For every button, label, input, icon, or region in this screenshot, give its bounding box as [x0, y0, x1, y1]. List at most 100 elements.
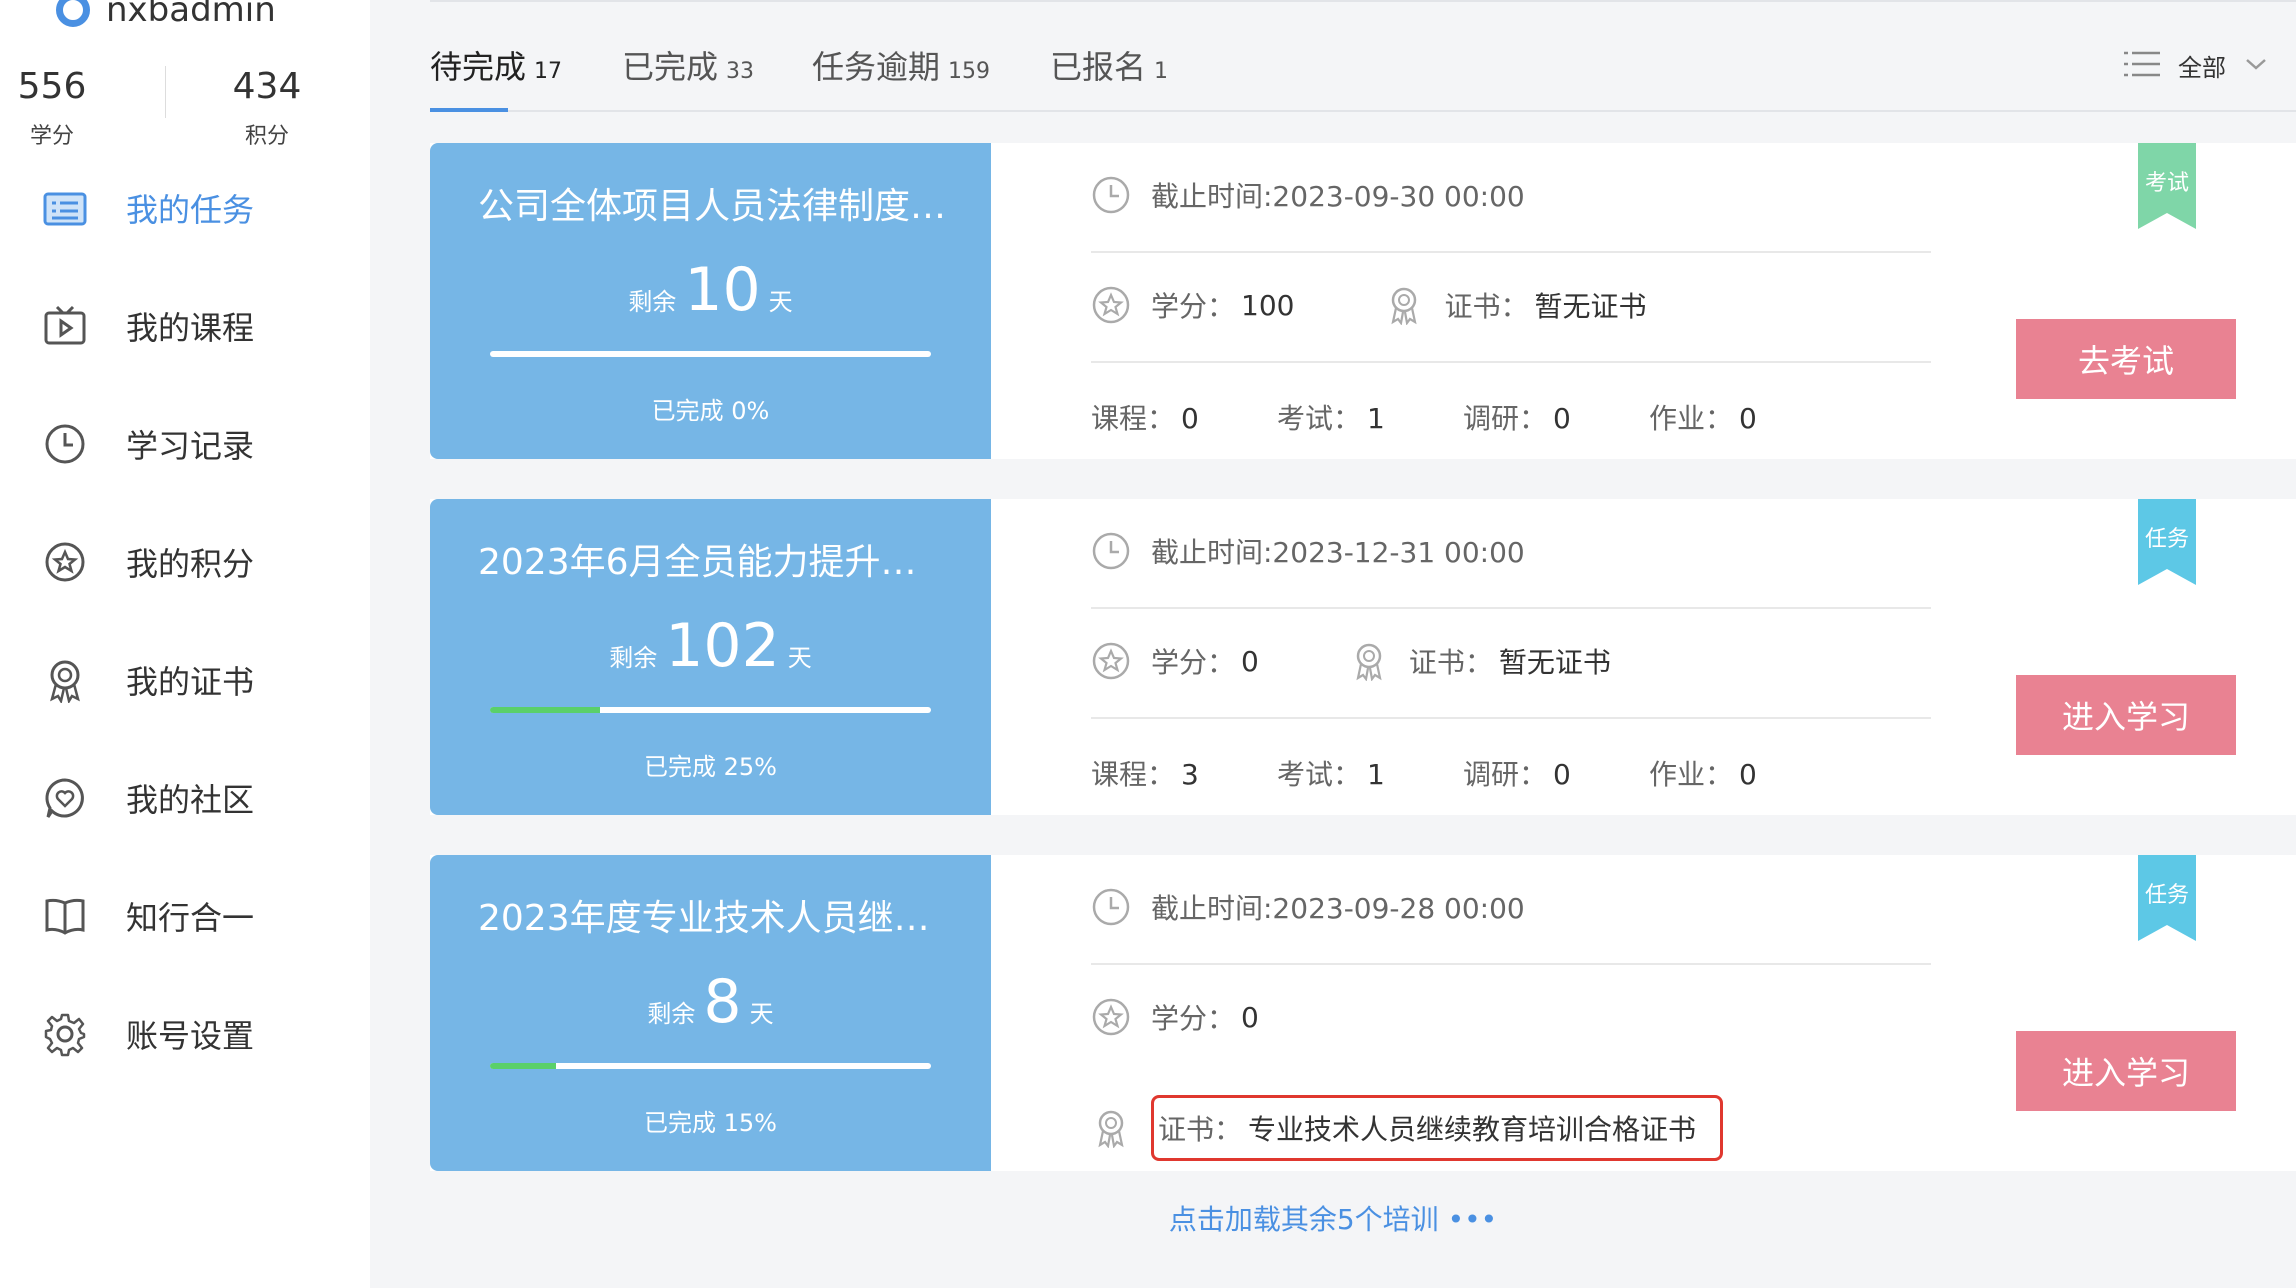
certificate-icon — [1384, 285, 1424, 325]
chevron-down-icon — [2244, 56, 2268, 76]
cert-value: 暂无证书 — [1534, 290, 1647, 323]
user-profile[interactable]: nxbadmin — [56, 0, 276, 30]
task-type-tag: 任务 — [2138, 499, 2196, 585]
task-title: 公司全体项目人员法律制度… — [478, 186, 947, 227]
avatar[interactable] — [56, 0, 90, 27]
points-label: 积分 — [244, 124, 289, 149]
progress-bar — [490, 351, 931, 357]
start-learning-button[interactable]: 进入学习 — [2016, 675, 2236, 755]
tab-label: 待完成 — [430, 48, 527, 86]
remain-suffix: 天 — [787, 644, 812, 672]
task-card[interactable]: 公司全体项目人员法律制度… 剩余 10 天 已完成 0% 截止时间:2023-09-… — [430, 143, 2296, 459]
credit-value: 0 — [1241, 1000, 1259, 1034]
sidebar-item-my-points[interactable]: 我的积分 — [40, 532, 254, 592]
divider — [1091, 361, 1931, 363]
points-stat: 434 积分 — [197, 62, 337, 150]
start-learning-button[interactable]: 进入学习 — [2016, 1031, 2236, 1111]
progress-text: 已完成 25% — [644, 753, 777, 781]
cert-label: 证书： — [1408, 646, 1493, 679]
community-icon — [40, 773, 90, 823]
filter-dropdown[interactable]: 全部 — [2124, 48, 2268, 83]
task-card-summary[interactable]: 2023年6月全员能力提升… 剩余 102 天 已完成 25% — [430, 499, 991, 815]
sidebar-item-account-settings[interactable]: 账号设置 — [40, 1004, 254, 1064]
tag-label: 任务 — [2144, 883, 2189, 908]
course-count: 课程： 3 — [1091, 753, 1277, 793]
certificate-icon — [1091, 1108, 1131, 1148]
homework-count: 作业： 0 — [1649, 753, 1835, 793]
homework-label: 作业： — [1649, 402, 1734, 435]
task-list-icon — [40, 183, 90, 233]
exam-label: 考试： — [1277, 758, 1362, 791]
course-label: 课程： — [1091, 402, 1176, 435]
book-icon — [40, 891, 90, 941]
go-exam-button[interactable]: 去考试 — [2016, 319, 2236, 399]
progress-bar — [490, 1063, 931, 1069]
tab-label: 任务逾期 — [812, 48, 941, 86]
divider — [1091, 963, 1931, 965]
credit-row: 学分： 0 — [1091, 997, 1931, 1037]
sidebar-item-learning-record[interactable]: 学习记录 — [40, 414, 254, 474]
task-card-details: 截止时间:2023-09-28 00:00 学分： 0 证书： 专业技术人员继续教育… — [991, 855, 2296, 1171]
divider — [1091, 717, 1931, 719]
star-icon — [1091, 641, 1131, 681]
progress-bar — [490, 707, 931, 713]
remain-prefix: 剩余 — [609, 644, 658, 672]
task-card-summary[interactable]: 公司全体项目人员法律制度… 剩余 10 天 已完成 0% — [430, 143, 991, 459]
sidebar-item-label: 我的课程 — [126, 309, 255, 347]
survey-label: 调研： — [1463, 758, 1548, 791]
task-card[interactable]: 2023年度专业技术人员继… 剩余 8 天 已完成 15% 截止时间:2023-09… — [430, 855, 2296, 1171]
active-tab-underline — [430, 108, 508, 112]
remain-prefix: 剩余 — [628, 288, 677, 316]
sidebar: nxbadmin 556 学分 434 积分 我的任务 我的课程 学习记录 我的… — [0, 0, 370, 1288]
exam-label: 考试： — [1277, 402, 1362, 435]
sidebar-item-knowledge-action[interactable]: 知行合一 — [40, 886, 254, 946]
sidebar-item-label: 账号设置 — [126, 1017, 255, 1055]
tab-label: 已报名 — [1050, 48, 1147, 86]
gear-icon — [40, 1009, 90, 1059]
exam-value: 1 — [1367, 402, 1385, 435]
filter-label: 全部 — [2178, 54, 2226, 82]
homework-value: 0 — [1739, 758, 1757, 791]
course-value: 0 — [1181, 402, 1199, 435]
task-card[interactable]: 2023年6月全员能力提升… 剩余 102 天 已完成 25% 截止时间:2023-… — [430, 499, 2296, 815]
tab-completed[interactable]: 已完成 33 — [622, 42, 754, 88]
credit-value: 0 — [1241, 644, 1259, 678]
credit-label: 学分： — [1151, 290, 1236, 323]
sidebar-item-my-tasks[interactable]: 我的任务 — [40, 178, 254, 238]
days-remaining: 剩余 8 天 — [430, 967, 991, 1037]
tab-pending[interactable]: 待完成 17 — [430, 42, 562, 88]
clock-icon — [1091, 887, 1131, 927]
sidebar-item-my-courses[interactable]: 我的课程 — [40, 296, 254, 356]
credit-stat: 556 学分 — [0, 62, 122, 150]
main-content: 待完成 17 已完成 33 任务逾期 159 已报名 1 全部 公司全体项目人员法律制度… — [370, 0, 2296, 1288]
survey-label: 调研： — [1463, 402, 1548, 435]
task-type-tag: 考试 — [2138, 143, 2196, 229]
load-more-link[interactable]: 点击加载其余5个培训 ••• — [370, 1198, 2296, 1238]
survey-count: 调研： 0 — [1463, 753, 1649, 793]
tag-label: 任务 — [2144, 527, 2189, 552]
course-value: 3 — [1181, 758, 1199, 791]
sidebar-item-label: 学习记录 — [126, 427, 255, 465]
progress-fill — [490, 1063, 557, 1069]
tab-count: 17 — [534, 59, 563, 84]
deadline-row: 截止时间:2023-09-28 00:00 — [1091, 887, 1931, 927]
deadline-text: 截止时间:2023-09-28 00:00 — [1151, 892, 1525, 925]
credit-cert-row: 学分： 100 证书： 暂无证书 — [1091, 285, 1931, 325]
tab-count: 33 — [726, 59, 755, 84]
progress-text: 已完成 15% — [644, 1109, 777, 1137]
certificate-icon — [1349, 641, 1389, 681]
progress-fill — [490, 707, 601, 713]
divider — [1091, 607, 1931, 609]
tab-enrolled[interactable]: 已报名 1 — [1050, 42, 1168, 88]
user-name: nxbadmin — [106, 0, 276, 30]
remain-suffix: 天 — [768, 288, 793, 316]
clock-icon — [40, 419, 90, 469]
clock-icon — [1091, 531, 1131, 571]
tab-count: 1 — [1154, 59, 1169, 84]
sidebar-item-my-certificates[interactable]: 我的证书 — [40, 650, 254, 710]
sidebar-item-my-community[interactable]: 我的社区 — [40, 768, 254, 828]
exam-count: 考试： 1 — [1277, 397, 1463, 437]
tab-overdue[interactable]: 任务逾期 159 — [812, 42, 990, 88]
task-card-summary[interactable]: 2023年度专业技术人员继… 剩余 8 天 已完成 15% — [430, 855, 991, 1171]
days-remaining: 剩余 102 天 — [430, 611, 991, 681]
